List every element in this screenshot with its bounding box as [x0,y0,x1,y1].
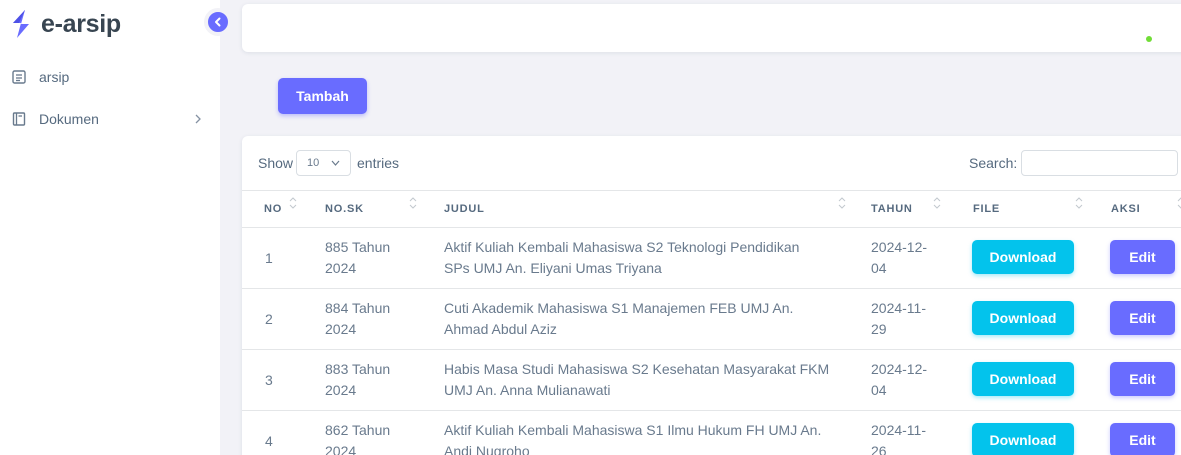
cell-nosk: 2024 [325,321,357,337]
cell-tahun: 04 [871,260,887,276]
edit-button[interactable]: Edit [1110,301,1175,335]
sort-icon[interactable] [1177,196,1181,210]
cell-tahun: 26 [871,443,887,455]
cell-tahun: 29 [871,321,887,337]
cell-judul: Aktif Kuliah Kembali Mahasiswa S1 Ilmu H… [444,422,822,438]
cell-no: 1 [265,250,273,266]
download-button[interactable]: Download [972,240,1074,274]
search-label: Search: [969,155,1018,171]
book-icon [12,112,26,126]
column-header-tahun[interactable]: TAHUN [871,203,913,215]
edit-button[interactable]: Edit [1110,362,1175,396]
download-button[interactable]: Download [972,301,1074,335]
cell-judul: Andi Nugroho [444,443,530,455]
sort-icon[interactable] [933,196,941,210]
cell-judul: Cuti Akademik Mahasiswa S1 Manajemen FEB… [444,300,794,316]
cell-tahun: 2024-12- [871,361,928,377]
cell-nosk: 883 Tahun [325,361,391,377]
cell-tahun: 04 [871,382,887,398]
brand-name: e-arsip [41,9,121,38]
sidebar-item-label: arsip [39,69,70,85]
row-divider [242,349,1181,350]
cell-no: 4 [265,433,273,449]
cell-nosk: 862 Tahun [325,422,391,438]
logo-icon [13,10,29,38]
sort-icon[interactable] [289,196,297,210]
cell-nosk: 2024 [325,260,357,276]
sort-icon[interactable] [838,196,846,210]
sort-icon[interactable] [409,196,417,210]
brand[interactable]: e-arsip [10,9,121,39]
row-divider [242,410,1181,411]
cell-tahun: 2024-11- [871,300,927,316]
column-header-judul[interactable]: JUDUL [444,203,485,215]
download-button[interactable]: Download [972,362,1074,396]
cell-judul: Aktif Kuliah Kembali Mahasiswa S2 Teknol… [444,239,800,255]
chevron-left-icon [215,17,221,27]
cell-judul: Habis Masa Studi Mahasiswa S2 Kesehatan … [444,361,830,377]
chevron-right-icon [195,114,201,124]
cell-nosk: 885 Tahun [325,239,391,255]
page-length-select[interactable]: 10 [296,150,351,176]
cell-judul: UMJ An. Anna Mulianawati [444,382,611,398]
show-label: Show [258,155,294,171]
column-header-file[interactable]: FILE [973,203,1000,215]
cell-tahun: 2024-12- [871,239,928,255]
document-text-icon [12,70,26,84]
table-card [242,136,1181,455]
top-navbar [242,4,1181,52]
sort-icon[interactable] [1075,196,1083,210]
download-button[interactable]: Download [972,423,1074,455]
cell-nosk: 2024 [325,382,357,398]
cell-judul: Ahmad Abdul Aziz [444,321,557,337]
online-status-indicator [1146,36,1152,42]
add-button[interactable]: Tambah [278,78,367,114]
cell-nosk: 2024 [325,443,357,455]
sidebar-item-arsip[interactable]: arsip [12,69,69,85]
cell-no: 3 [265,372,273,388]
cell-judul: SPs UMJ An. Eliyani Umas Triyana [444,260,662,276]
cell-nosk: 884 Tahun [325,300,391,316]
entries-label: entries [357,155,400,171]
sidebar: e-arsip arsip Dokumen [0,0,220,455]
cell-tahun: 2024-11- [871,422,927,438]
table-header-top-border [242,190,1181,191]
sidebar-item-label: Dokumen [39,111,99,127]
page-length-value: 10 [307,157,320,169]
edit-button[interactable]: Edit [1110,240,1175,274]
table-header-bottom-border [242,227,1181,228]
cell-no: 2 [265,311,273,327]
column-header-nosk[interactable]: NO.SK [325,203,364,215]
sidebar-collapse-button[interactable] [204,8,232,36]
row-divider [242,288,1181,289]
edit-button[interactable]: Edit [1110,423,1175,455]
sidebar-item-dokumen[interactable]: Dokumen [12,111,202,127]
column-header-aksi[interactable]: AKSI [1111,203,1140,215]
column-header-no[interactable]: NO [264,203,282,215]
search-input[interactable] [1021,150,1178,176]
chevron-down-icon [331,160,340,166]
